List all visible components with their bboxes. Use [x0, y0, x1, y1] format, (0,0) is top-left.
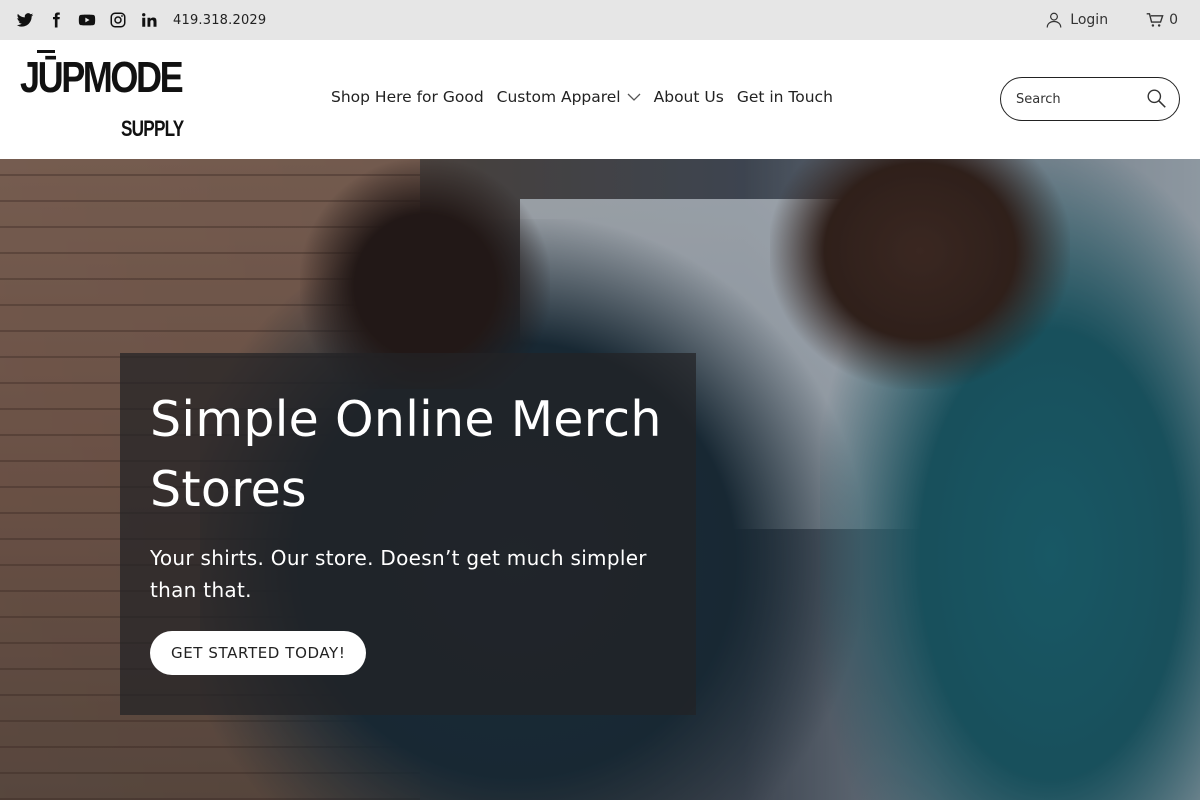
hero-caption-panel: Simple Online Merch Stores Your shirts. … — [120, 353, 696, 715]
get-started-button[interactable]: GET STARTED TODAY! — [150, 631, 367, 675]
search-icon[interactable] — [1146, 88, 1167, 109]
cart-link[interactable]: 0 — [1146, 12, 1178, 28]
top-utility-bar: 419.318.2029 Login 0 — [0, 0, 1200, 40]
nav-label: Get in Touch — [736, 88, 833, 106]
logo-wordmark: JŪPMODE — [20, 53, 184, 102]
search-box — [1000, 77, 1180, 121]
youtube-icon[interactable] — [78, 11, 96, 29]
nav-get-in-touch[interactable]: Get in Touch — [737, 88, 833, 106]
logo-subtitle: SUPPLY — [121, 116, 184, 141]
hero-banner: Simple Online Merch Stores Your shirts. … — [0, 159, 1200, 800]
login-label: Login — [1070, 12, 1109, 28]
main-nav: Shop Here for Good Custom Apparel About … — [331, 88, 846, 106]
hero-title: Simple Online Merch Stores — [150, 391, 662, 518]
twitter-icon[interactable] — [16, 11, 34, 29]
nav-label: Custom Apparel — [496, 88, 621, 106]
nav-label: About Us — [653, 88, 724, 106]
account-area: Login 0 — [1045, 0, 1178, 40]
nav-custom-apparel[interactable]: Custom Apparel — [497, 88, 641, 106]
social-links — [16, 11, 171, 29]
cart-count: 0 — [1169, 12, 1178, 28]
login-link[interactable]: Login — [1045, 11, 1108, 29]
linkedin-icon[interactable] — [140, 11, 158, 29]
user-icon — [1046, 12, 1062, 28]
search-input[interactable] — [1016, 91, 1136, 107]
site-logo[interactable]: JŪPMODE SUPPLY — [20, 50, 184, 145]
cart-icon — [1146, 13, 1164, 27]
chevron-down-icon — [627, 93, 641, 101]
nav-shop-here-for-good[interactable]: Shop Here for Good — [331, 88, 484, 106]
facebook-icon[interactable] — [47, 11, 65, 29]
nav-label: Shop Here for Good — [331, 88, 484, 106]
nav-about-us[interactable]: About Us — [654, 88, 724, 106]
instagram-icon[interactable] — [109, 11, 127, 29]
site-header: JŪPMODE SUPPLY Shop Here for Good Custom… — [0, 40, 1200, 159]
hero-subtitle: Your shirts. Our store. Doesn’t get much… — [150, 546, 647, 602]
phone-number[interactable]: 419.318.2029 — [173, 13, 266, 28]
